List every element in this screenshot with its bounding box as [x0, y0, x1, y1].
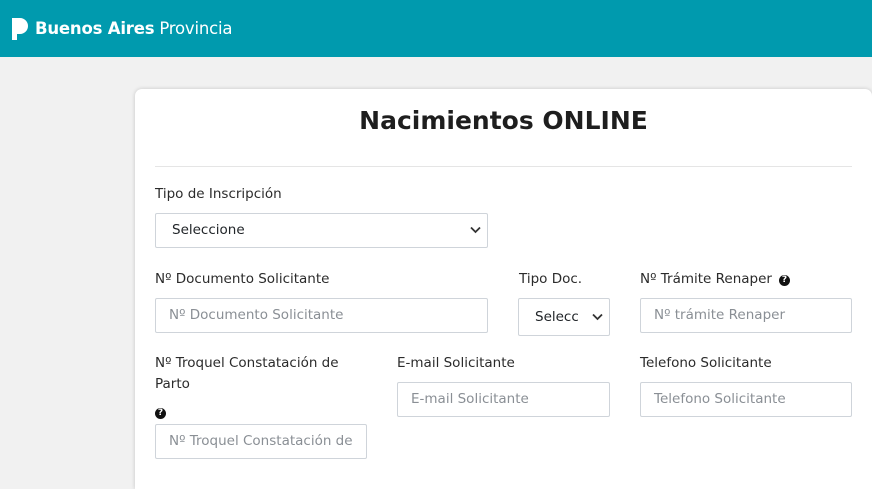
email-input[interactable]: E-mail Solicitante [397, 382, 610, 417]
province-logo-icon [12, 17, 28, 40]
tramite-renaper-label: Nº Trámite Renaper [640, 271, 772, 287]
brand-logo[interactable]: Buenos Aires Provincia [10, 17, 232, 40]
troquel-placeholder: Nº Troquel Constatación de [169, 433, 353, 449]
doc-solicitante-placeholder: Nº Documento Solicitante [169, 307, 344, 323]
tipo-doc-select[interactable]: Selecc [518, 298, 610, 336]
tipo-inscripcion-select[interactable]: Seleccione [155, 213, 488, 248]
brand-name-light: Provincia [159, 19, 233, 38]
troquel-label-line2: Parto [155, 376, 190, 392]
title-divider [155, 166, 852, 167]
top-header-bar: Buenos Aires Provincia [0, 0, 872, 57]
telefono-placeholder: Telefono Solicitante [654, 391, 786, 407]
tipo-doc-label: Tipo Doc. [519, 271, 583, 287]
brand-name: Buenos Aires Provincia [35, 19, 232, 38]
telefono-label: Telefono Solicitante [640, 355, 772, 371]
troquel-input[interactable]: Nº Troquel Constatación de [155, 424, 367, 459]
doc-solicitante-label: Nº Documento Solicitante [155, 271, 330, 287]
brand-name-bold: Buenos Aires [35, 19, 155, 38]
help-icon[interactable]: ? [779, 275, 790, 286]
chevron-down-icon [592, 313, 603, 321]
help-icon[interactable]: ? [155, 408, 166, 419]
form-card: Nacimientos ONLINE Tipo de Inscripción S… [135, 89, 872, 489]
email-label: E-mail Solicitante [397, 355, 515, 371]
tipo-inscripcion-value: Seleccione [172, 222, 245, 238]
tramite-renaper-placeholder: Nº trámite Renaper [654, 307, 785, 323]
page-title: Nacimientos ONLINE [359, 106, 648, 135]
troquel-label-line1: Nº Troquel Constatación de [155, 355, 339, 371]
tipo-doc-value: Selecc [535, 309, 579, 325]
tipo-inscripcion-label: Tipo de Inscripción [155, 186, 282, 202]
telefono-input[interactable]: Telefono Solicitante [640, 382, 852, 417]
doc-solicitante-input[interactable]: Nº Documento Solicitante [155, 298, 488, 333]
email-placeholder: E-mail Solicitante [411, 391, 529, 407]
tramite-renaper-input[interactable]: Nº trámite Renaper [640, 298, 852, 333]
chevron-down-icon [470, 226, 481, 234]
